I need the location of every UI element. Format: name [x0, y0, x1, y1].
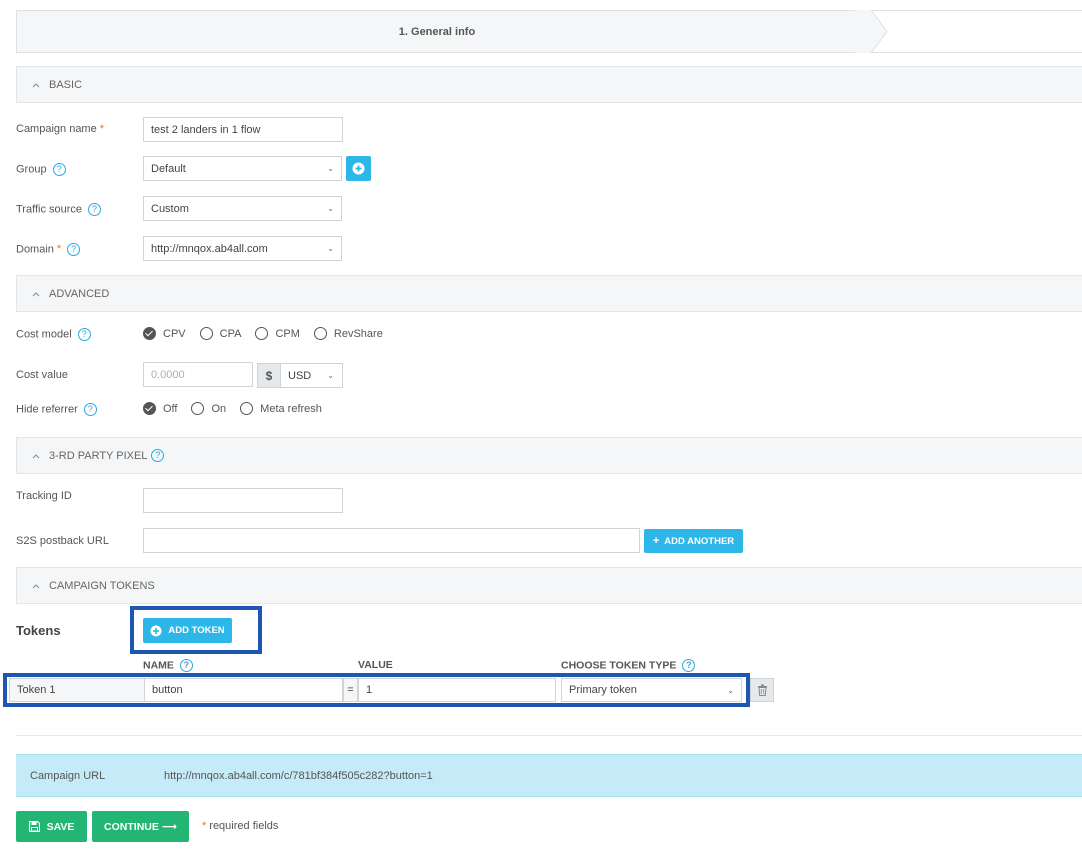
domain-select[interactable]: http://mnqox.ab4all.com ⌄ — [143, 236, 342, 261]
cost-model-option-label: CPA — [219, 327, 242, 340]
campaign-name-input[interactable]: test 2 landers in 1 flow — [143, 117, 343, 142]
tracking-id-label: Tracking ID — [16, 490, 72, 502]
cost-model-radio-cpv[interactable] — [143, 327, 156, 340]
plus-icon: + — [652, 535, 660, 547]
group-label: Group? — [16, 163, 66, 176]
step-arrow-icon — [855, 10, 888, 53]
arrow-right-icon: ⟶ — [161, 820, 177, 833]
section-tokens-header[interactable]: CAMPAIGN TOKENS — [16, 567, 1082, 604]
col-header-name: NAME? — [143, 659, 193, 672]
cost-model-option-label: CPM — [275, 327, 300, 340]
chevron-down-icon: ⌄ — [327, 164, 334, 173]
token-equals-sign: = — [343, 678, 358, 702]
floppy-disk-icon — [28, 821, 40, 832]
help-icon[interactable]: ? — [179, 659, 193, 672]
campaign-name-label: Campaign name * — [16, 123, 104, 135]
tracking-id-input[interactable] — [143, 488, 343, 513]
cost-model-option-label: RevShare — [333, 327, 383, 340]
hide-referrer-radio-meta-refresh[interactable] — [240, 402, 254, 415]
campaign-url-bar: Campaign URL http://mnqox.ab4all.com/c/7… — [16, 754, 1082, 797]
chevron-down-icon: ⌄ — [727, 685, 734, 695]
section-advanced-title: ADVANCED — [49, 287, 110, 300]
chevron-up-icon — [32, 583, 40, 588]
hide-referrer-radio-off[interactable] — [143, 402, 156, 415]
continue-button[interactable]: CONTINUE ⟶ — [92, 811, 189, 842]
chevron-up-icon — [32, 82, 40, 87]
help-icon[interactable]: ? — [52, 163, 66, 176]
section-tokens-title: CAMPAIGN TOKENS — [49, 579, 155, 592]
cost-value-input[interactable]: 0.0000 — [143, 362, 253, 387]
postback-url-label: S2S postback URL — [16, 535, 109, 547]
chevron-down-icon: ⌄ — [327, 204, 334, 213]
help-icon[interactable]: ? — [83, 403, 97, 416]
continue-label: CONTINUE — [104, 820, 159, 833]
token-row-label: Token 1 — [9, 678, 144, 702]
required-mark: * — [56, 243, 62, 256]
chevron-down-icon: ⌄ — [327, 244, 334, 253]
cost-model-radio-cpa[interactable] — [199, 327, 213, 340]
token-type-select[interactable]: Primary token ⌄ — [561, 678, 742, 702]
cost-model-label: Cost model? — [16, 328, 91, 341]
col-header-value: VALUE — [358, 659, 393, 671]
required-fields-note: * required fields — [202, 820, 279, 832]
token-value-input[interactable]: 1 — [358, 678, 556, 702]
cost-model-radio-cpm[interactable] — [255, 327, 269, 340]
add-token-button[interactable]: ADD TOKEN — [143, 618, 232, 643]
save-label: SAVE — [46, 820, 75, 833]
plus-circle-icon — [352, 162, 365, 175]
help-icon[interactable]: ? — [67, 243, 81, 256]
dollar-icon: $ — [258, 364, 281, 387]
cost-value-label: Cost value — [16, 369, 68, 381]
traffic-source-select[interactable]: Custom ⌄ — [143, 196, 342, 221]
currency-select[interactable]: $ USD ⌄ — [257, 363, 343, 388]
required-mark: * — [202, 820, 207, 832]
add-group-button[interactable] — [346, 156, 371, 181]
token-name-input[interactable]: button — [144, 678, 343, 702]
cost-model-radio-group: CPV CPA CPM RevShare — [143, 327, 397, 340]
add-token-label: ADD TOKEN — [168, 625, 225, 636]
col-header-type: CHOOSE TOKEN TYPE? — [561, 659, 696, 672]
required-mark: * — [99, 123, 104, 135]
hide-referrer-radio-group: Off On Meta refresh — [143, 402, 336, 415]
traffic-source-label: Traffic source? — [16, 203, 102, 216]
domain-label: Domain *? — [16, 243, 81, 256]
trash-icon — [757, 684, 767, 696]
hide-referrer-label: Hide referrer? — [16, 403, 97, 416]
currency-value: USD — [288, 369, 312, 382]
add-another-button[interactable]: + ADD ANOTHER — [644, 529, 743, 553]
add-another-label: ADD ANOTHER — [664, 535, 735, 547]
delete-token-button[interactable] — [750, 678, 774, 702]
hide-referrer-option-label: Off — [163, 402, 178, 415]
hide-referrer-option-label: Meta refresh — [260, 402, 322, 415]
section-basic-header[interactable]: BASIC — [16, 66, 1082, 103]
tokens-title: Tokens — [16, 623, 61, 638]
group-select[interactable]: Default ⌄ — [143, 156, 342, 181]
campaign-url-label: Campaign URL — [30, 770, 106, 782]
chevron-up-icon — [32, 291, 40, 296]
token-type-value: Primary token — [569, 684, 637, 696]
section-pixel-title: 3-RD PARTY PIXEL — [49, 449, 148, 462]
section-basic-title: BASIC — [49, 78, 83, 91]
divider — [16, 735, 1082, 736]
hide-referrer-radio-on[interactable] — [191, 402, 205, 415]
campaign-url-value[interactable]: http://mnqox.ab4all.com/c/781bf384f505c2… — [164, 770, 433, 782]
help-icon[interactable]: ? — [682, 659, 696, 672]
cost-model-radio-revshare[interactable] — [313, 327, 327, 340]
hide-referrer-option-label: On — [211, 402, 227, 415]
wizard-stepbar: 1. General info — [16, 10, 1082, 53]
chevron-up-icon — [32, 453, 40, 458]
section-pixel-header[interactable]: 3-RD PARTY PIXEL ? — [16, 437, 1082, 474]
section-advanced-header[interactable]: ADVANCED — [16, 275, 1082, 312]
save-button[interactable]: SAVE — [16, 811, 87, 842]
cost-model-option-label: CPV — [163, 327, 186, 340]
help-icon[interactable]: ? — [151, 449, 165, 462]
wizard-step-general-info[interactable]: 1. General info — [17, 11, 857, 52]
help-icon[interactable]: ? — [77, 328, 91, 341]
plus-circle-icon — [150, 625, 162, 636]
chevron-down-icon: ⌄ — [327, 371, 334, 380]
postback-url-input[interactable] — [143, 528, 640, 553]
help-icon[interactable]: ? — [88, 203, 102, 216]
